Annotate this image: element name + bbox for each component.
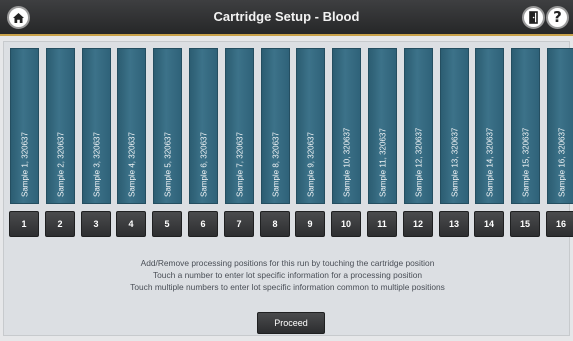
position-number-button[interactable]: 13 [439,211,469,237]
position-number-button[interactable]: 11 [367,211,397,237]
position-number-button[interactable]: 3 [81,211,111,237]
instruction-line: Touch multiple numbers to enter lot spec… [130,282,445,292]
cartridge-slot[interactable]: Sample 12, 320637 [404,48,433,204]
slot-label: Sample 5, 320637 [163,132,172,197]
cartridge-slot[interactable]: Sample 11, 320637 [368,48,397,204]
instructions: Add/Remove processing positions for this… [4,257,571,293]
door-icon [529,11,538,24]
cartridge-slot[interactable]: Sample 2, 320637 [46,48,75,204]
position-number-button[interactable]: 16 [546,211,573,237]
slot-label: Sample 8, 320637 [271,132,280,197]
position-number-button[interactable]: 4 [116,211,146,237]
cartridge-slot[interactable]: Sample 14, 320637 [475,48,504,204]
cartridge-slot[interactable]: Sample 4, 320637 [117,48,146,204]
slot-label: Sample 1, 320637 [20,132,29,197]
page-title: Cartridge Setup - Blood [213,9,360,24]
cartridge-slot[interactable]: Sample 13, 320637 [440,48,469,204]
cartridge-slot[interactable]: Sample 10, 320637 [332,48,361,204]
exit-button[interactable] [522,6,545,29]
cartridge-slots: Sample 1, 320637 Sample 2, 320637 Sample 3… [10,48,573,204]
slot-label: Sample 4, 320637 [127,132,136,197]
position-number-button[interactable]: 10 [331,211,361,237]
position-number-button[interactable]: 15 [510,211,540,237]
instruction-line: Add/Remove processing positions for this… [140,258,435,268]
slot-label: Sample 6, 320637 [199,132,208,197]
position-number-button[interactable]: 7 [224,211,254,237]
help-button[interactable]: ? [546,6,569,29]
cartridge-slot[interactable]: Sample 16, 320637 [547,48,573,204]
slot-label: Sample 11, 320637 [378,128,387,197]
position-number-button[interactable]: 1 [9,211,39,237]
title-bar: Cartridge Setup - Blood ? [0,0,573,36]
slot-label: Sample 9, 320637 [306,132,315,197]
position-number-button[interactable]: 12 [403,211,433,237]
cartridge-setup-screen: Cartridge Setup - Blood ? Sample 1, 3206… [0,0,573,341]
instruction-line: Touch a number to enter lot specific inf… [152,270,423,280]
slot-label: Sample 14, 320637 [485,127,494,197]
slot-label: Sample 13, 320637 [450,127,459,197]
slot-label: Sample 15, 320637 [521,127,530,197]
cartridge-slot[interactable]: Sample 7, 320637 [225,48,254,204]
cartridge-slot[interactable]: Sample 15, 320637 [511,48,540,204]
position-number-button[interactable]: 6 [188,211,218,237]
slot-label: Sample 10, 320637 [342,127,351,197]
cartridge-panel: Sample 1, 320637 Sample 2, 320637 Sample 3… [3,41,573,336]
cartridge-slot[interactable]: Sample 5, 320637 [153,48,182,204]
proceed-button[interactable]: Proceed [257,312,325,334]
position-number-button[interactable]: 9 [295,211,325,237]
slot-label: Sample 3, 320637 [92,132,101,197]
cartridge-slot[interactable]: Sample 9, 320637 [296,48,325,204]
cartridge-slot[interactable]: Sample 6, 320637 [189,48,218,204]
position-number-button[interactable]: 8 [260,211,290,237]
cartridge-slot[interactable]: Sample 1, 320637 [10,48,39,204]
position-number-button[interactable]: 14 [474,211,504,237]
position-number-bar: 1 2 3 4 5 6 7 8 9 10 11 12 13 14 15 16 [9,211,573,239]
slot-label: Sample 2, 320637 [56,132,65,197]
help-icon: ? [553,8,562,26]
position-number-button[interactable]: 2 [45,211,75,237]
slot-label: Sample 16, 320637 [557,127,566,197]
position-number-button[interactable]: 5 [152,211,182,237]
cartridge-slot[interactable]: Sample 8, 320637 [261,48,290,204]
slot-label: Sample 12, 320637 [414,127,423,197]
cartridge-slot[interactable]: Sample 3, 320637 [82,48,111,204]
slot-label: Sample 7, 320637 [235,132,244,197]
